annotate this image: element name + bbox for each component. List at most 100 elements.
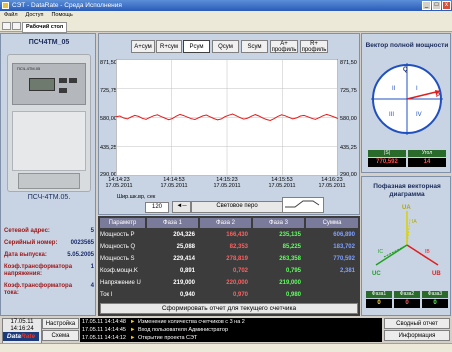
power-chart[interactable]: [116, 59, 338, 176]
table-row-label: Коэф.мощн.K: [100, 268, 138, 274]
minimize-button[interactable]: _: [422, 1, 431, 10]
data-point: [217, 119, 218, 121]
data-point: [315, 118, 316, 120]
device-caption: ПСЧ-4ТМ.05.: [27, 194, 71, 201]
data-point: [209, 116, 211, 118]
mode-button-a-sum[interactable]: A+сум: [131, 40, 155, 53]
data-point: [224, 116, 226, 117]
data-point: [198, 117, 200, 119]
phase-diagram: UA UB UC IA IB IC: [372, 205, 441, 277]
table-cell: 0,980: [285, 292, 301, 298]
mode-button-a-profile[interactable]: A+ профиль: [270, 40, 298, 53]
table-cell: 166,430: [226, 232, 248, 238]
summary-report-button[interactable]: Сводный отчет: [384, 318, 450, 329]
y-tick-left: 435,25: [100, 145, 117, 151]
menu-help[interactable]: Помощь: [47, 11, 76, 19]
data-point: [333, 116, 335, 118]
meter-front: ПСЧ-4ТМ.05: [12, 63, 86, 105]
phase-panel-title: Пофазная векторная диаграмма: [373, 183, 441, 198]
data-point: [202, 115, 203, 117]
maximize-button[interactable]: □: [432, 1, 441, 10]
param-value: 0023565: [70, 240, 94, 246]
menu-access[interactable]: Доступ: [22, 11, 48, 19]
data-point: [141, 117, 143, 119]
quadrant-label: II: [392, 86, 396, 92]
param-address: Сетевой адрес: 5: [4, 228, 94, 234]
meter-button: [69, 78, 77, 83]
data-point: [149, 117, 151, 118]
data-point: [172, 118, 173, 119]
data-point: [179, 114, 181, 115]
table-cell: 263,358: [279, 256, 301, 262]
table-header: Фаза 2: [200, 218, 251, 228]
data-point: [123, 117, 124, 119]
table-cell: [306, 290, 358, 300]
meter-plate: [12, 111, 86, 171]
table-header: Фаза 1: [147, 218, 198, 228]
x-tick: 14:14:53 17.05.2011: [160, 177, 188, 189]
param-ku: Коэф.трансформатора напряжения:: [4, 264, 73, 277]
data-point: [243, 118, 245, 120]
table-cell: 0,702: [232, 268, 248, 274]
scale-input[interactable]: 120: [145, 202, 169, 213]
readout-value: 0: [422, 299, 448, 308]
data-point: [134, 115, 136, 116]
phase-label: UC: [372, 271, 381, 277]
data-point: [277, 116, 279, 117]
param-value: 5.05.2005: [67, 252, 94, 258]
data-point: [296, 117, 297, 119]
lightpen-button[interactable]: Световое перо: [191, 201, 283, 213]
readout-label: Фаза2: [394, 291, 420, 298]
y-tick-right: 435,25: [340, 145, 357, 151]
trend-shape-icon[interactable]: [282, 197, 324, 213]
title-bar: СЭТ - DataRate - Среда Исполнения _ □ x: [0, 0, 452, 11]
back-icon[interactable]: [12, 22, 21, 30]
mode-button-p-sum[interactable]: Pсум: [183, 40, 210, 53]
table-cell: 220,000: [226, 280, 248, 286]
tab-workspace[interactable]: Рабочий стол: [22, 22, 68, 33]
param-serial: Серийный номер: 0023565: [4, 240, 94, 246]
data-point: [175, 115, 177, 117]
generate-report-button[interactable]: Сформировать отчет для текущего счетчика: [100, 303, 358, 314]
phase-label: IB: [425, 249, 430, 255]
substation-scheme-button[interactable]: Схема подстанции: [42, 330, 79, 349]
y-tick-right: 871,50: [340, 60, 357, 66]
data-point: [254, 114, 256, 115]
axis-label-q: Q: [403, 67, 408, 73]
bottom-bar: 17.05.11 14:16:24 DataRate Настройка Схе…: [0, 317, 452, 349]
information-button[interactable]: Информация: [384, 330, 450, 341]
data-point: [221, 118, 222, 120]
table-cell: 229,414: [173, 256, 195, 262]
home-icon[interactable]: [2, 22, 11, 30]
app-icon: [2, 2, 9, 9]
data-point: [266, 119, 267, 120]
readout-label: Фаза1: [366, 291, 392, 298]
x-tick: 14:14:23 17.05.2011: [105, 177, 133, 189]
event-log[interactable]: 17.05.11 14:14:48 ► Изменение количества с…: [80, 318, 382, 342]
meter-image: ПСЧ-4ТМ.05: [7, 54, 91, 192]
data-point: [213, 118, 215, 119]
mode-button-r-sum[interactable]: R+сум: [156, 40, 182, 53]
close-button[interactable]: x: [442, 1, 451, 10]
menu-file[interactable]: Файл: [0, 11, 22, 19]
table-cell: [306, 278, 358, 288]
table-header: Параметр: [100, 218, 145, 228]
data-point: [153, 115, 154, 117]
data-point: [292, 118, 294, 120]
table-row-label: Напряжение U: [100, 280, 141, 286]
meter-lcd: [29, 78, 55, 91]
data-point: [145, 118, 147, 120]
table-row-label: Мощность S: [100, 256, 135, 262]
settings-button[interactable]: Настройка: [42, 318, 79, 329]
mode-button-q-sum[interactable]: Qсум: [212, 40, 239, 53]
mode-button-s-sum[interactable]: Sсум: [241, 40, 268, 53]
y-tick-left: 725,75: [100, 88, 117, 94]
data-point: [138, 116, 139, 117]
mode-button-r-profile[interactable]: R+ профиль: [300, 40, 328, 53]
data-point: [160, 116, 162, 117]
quadrant-label: IV: [416, 112, 422, 118]
y-tick-right: 580,00: [340, 116, 357, 122]
meter-button: [59, 88, 67, 93]
scroll-left-button[interactable]: ◄─: [172, 201, 191, 213]
device-panel: ПСЧ4ТМ_05 ПСЧ-4ТМ.05 ПСЧ-4ТМ.05. Сетевой…: [0, 33, 96, 316]
